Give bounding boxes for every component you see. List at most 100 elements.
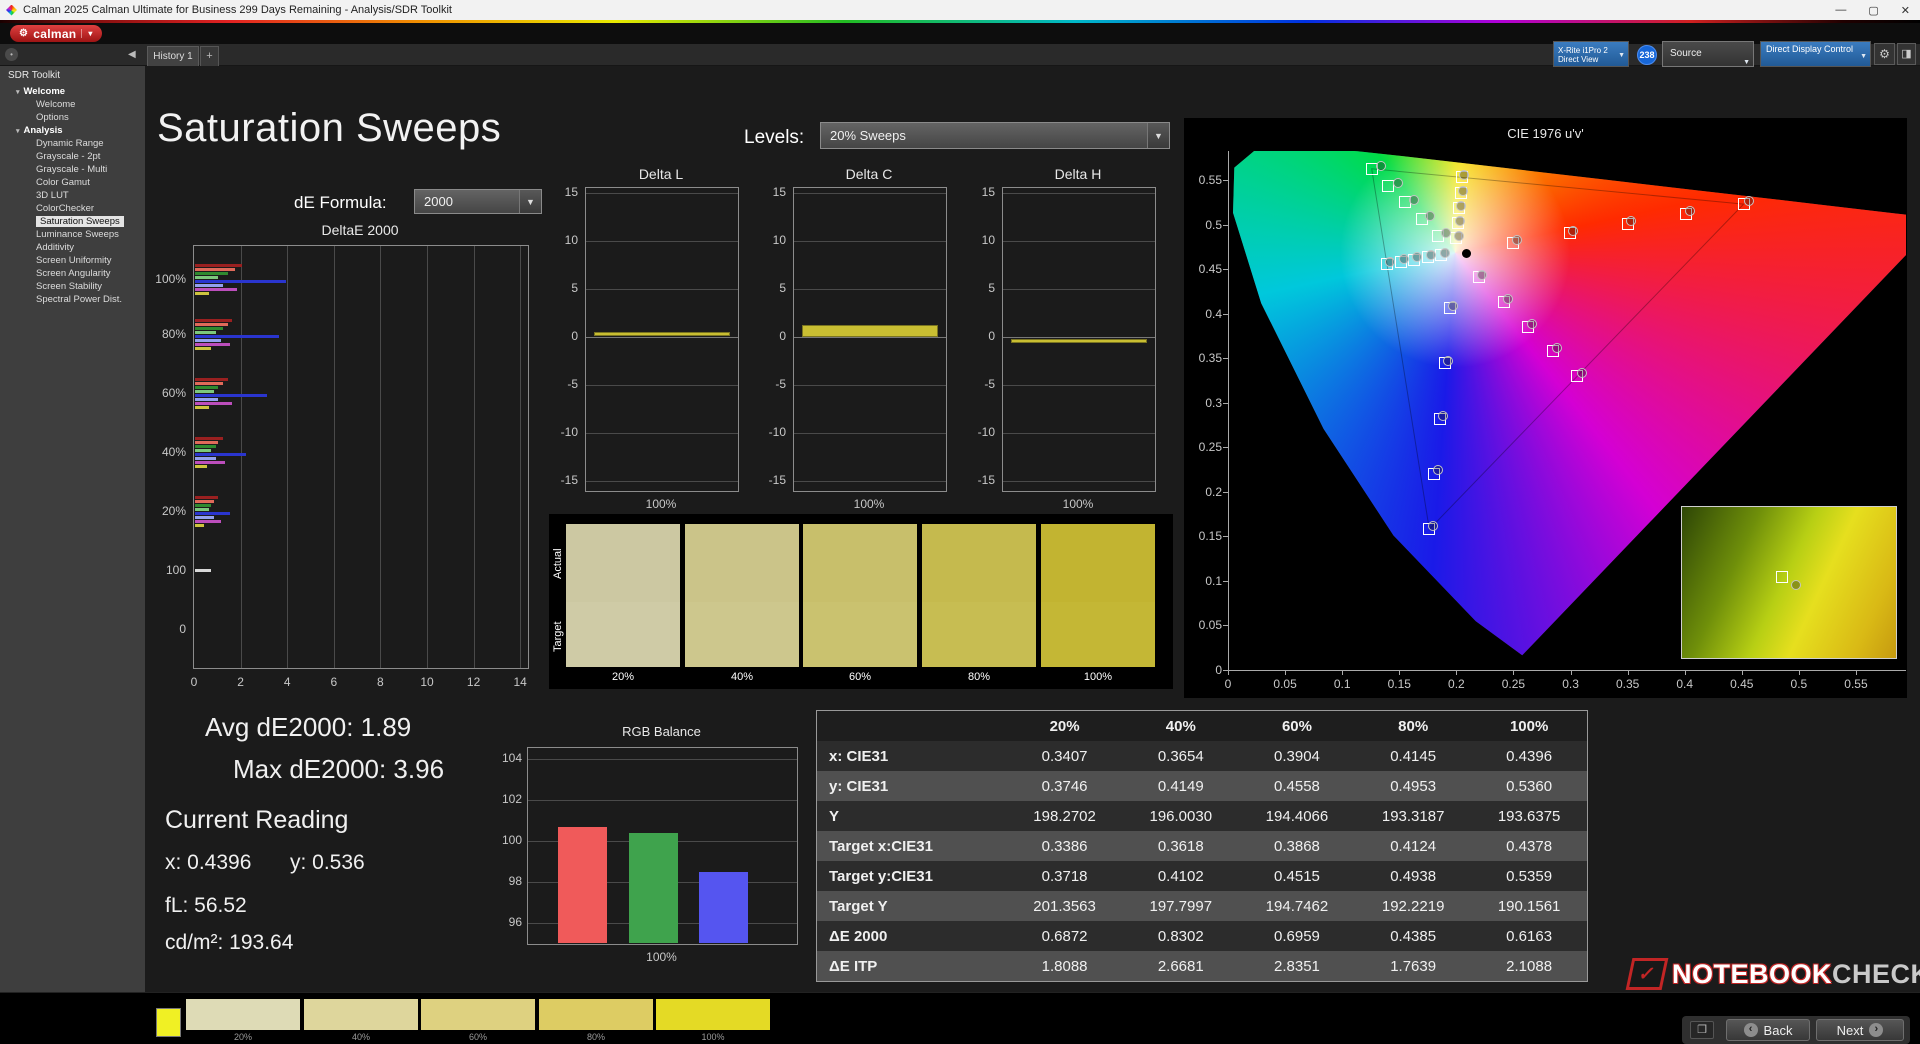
current-y: y: 0.536 xyxy=(290,851,365,874)
deltae-bar xyxy=(195,327,223,330)
chevron-down-icon[interactable]: ▼ xyxy=(519,190,541,213)
x-tick-label: 0.1 xyxy=(1333,677,1351,691)
close-button[interactable]: ✕ xyxy=(1901,4,1910,17)
sidebar-item-analysis[interactable]: ▾ Analysis xyxy=(0,124,145,137)
measured-point xyxy=(1454,215,1465,226)
next-button[interactable]: Next › xyxy=(1816,1019,1904,1041)
sidebar-item-3d-lut[interactable]: 3D LUT xyxy=(0,189,145,202)
sidebar-item-label: Options xyxy=(36,112,69,123)
meter-button[interactable]: X-Rite i1Pro 2 Direct View ▼ xyxy=(1553,41,1629,67)
x-tick-label: 0 xyxy=(190,675,198,689)
source-label: Source xyxy=(1670,48,1702,59)
minimize-button[interactable]: — xyxy=(1835,4,1846,16)
table-row-label: Target x:CIE31 xyxy=(829,837,933,855)
sidebar-item-label: Screen Stability xyxy=(36,281,103,292)
maximize-button[interactable]: ▢ xyxy=(1868,4,1878,17)
deltae-bar xyxy=(195,504,212,507)
bottom-patch-1[interactable] xyxy=(186,999,300,1030)
sidebar-item-screen-angularity[interactable]: Screen Angularity xyxy=(0,267,145,280)
table-cell: 0.3746 xyxy=(1041,777,1088,795)
add-tab-button[interactable]: + xyxy=(200,46,219,66)
target-row-label: Target xyxy=(552,621,564,653)
gridline xyxy=(427,246,428,668)
deltae-bar xyxy=(195,441,219,444)
measured-point xyxy=(1567,225,1578,236)
back-button[interactable]: ‹ Back xyxy=(1726,1019,1810,1041)
sidebar-item-screen-stability[interactable]: Screen Stability xyxy=(0,280,145,293)
bottom-patch-2[interactable] xyxy=(304,999,418,1030)
chevron-down-icon[interactable]: ▼ xyxy=(1147,123,1169,148)
tab-history-1[interactable]: History 1 xyxy=(147,46,199,66)
y-tick-label: -10 xyxy=(977,425,995,439)
table-cell: 0.4102 xyxy=(1157,867,1204,885)
sidebar-item-color-gamut[interactable]: Color Gamut xyxy=(0,176,145,189)
deltae-bar xyxy=(195,339,221,342)
meter-count-badge: 238 xyxy=(1637,45,1657,65)
gridline xyxy=(520,246,522,668)
measured-point xyxy=(1426,249,1437,260)
sidebar-item-luminance-sweeps[interactable]: Luminance Sweeps xyxy=(0,228,145,241)
y-tick-label: 0.55 xyxy=(1198,172,1222,187)
y-tick-label: 0.2 xyxy=(1205,484,1222,499)
sidebar-item-colorchecker[interactable]: ColorChecker xyxy=(0,202,145,215)
sidebar-item-dynamic-range[interactable]: Dynamic Range xyxy=(0,137,145,150)
rgb-bar-green xyxy=(629,833,678,943)
table-row: Target x:CIE31 0.3386 0.3618 0.3868 0.4124 0.… xyxy=(816,831,1588,861)
delta-value-bar xyxy=(594,332,730,337)
bottom-patch-3[interactable] xyxy=(421,999,535,1030)
bottom-patch-4[interactable] xyxy=(539,999,653,1030)
bottom-patch-label: 60% xyxy=(468,1032,487,1042)
sidebar-item-grayscale-2pt[interactable]: Grayscale - 2pt xyxy=(0,150,145,163)
inset-target-point xyxy=(1776,571,1788,583)
table-row-label: Y xyxy=(829,807,840,825)
de-formula-dropdown[interactable]: 2000 ▼ xyxy=(414,189,542,214)
panel-toggle-button[interactable]: ◨ xyxy=(1897,43,1916,65)
table-cell: 0.4396 xyxy=(1506,747,1553,765)
source-button[interactable]: Source ▼ xyxy=(1662,41,1754,67)
gridline xyxy=(586,337,738,338)
x-tick-label: 0.2 xyxy=(1448,677,1465,691)
table-cell: 0.4124 xyxy=(1390,837,1437,855)
y-tick-label: 80% xyxy=(161,327,186,341)
levels-dropdown[interactable]: 20% Sweeps ▼ xyxy=(820,122,1170,149)
window-layout-button[interactable]: ❐ xyxy=(1690,1021,1714,1039)
deltae-bar xyxy=(195,465,207,468)
display-control-button[interactable]: Direct Display Control ▼ xyxy=(1760,41,1871,67)
sidebar-collapse-icon[interactable]: ◀ xyxy=(128,48,136,62)
sidebar-item-screen-uniformity[interactable]: Screen Uniformity xyxy=(0,254,145,267)
y-tick-label: 104 xyxy=(501,751,522,766)
y-tick-label: 40% xyxy=(161,445,186,459)
x-tick-label: 0.45 xyxy=(1730,677,1754,691)
next-label: Next xyxy=(1836,1022,1864,1038)
table-cell: 0.4385 xyxy=(1390,927,1437,945)
next-arrow-icon: › xyxy=(1869,1023,1884,1037)
y-tick-label: 100 xyxy=(165,563,186,577)
sidebar-item-welcome[interactable]: Welcome xyxy=(0,98,145,111)
calman-menu-button[interactable]: ⚙ calman ▾ xyxy=(10,25,102,42)
y-tick-label: 15 xyxy=(981,185,995,199)
calman-window: Calman 2025 Calman Ultimate for Business… xyxy=(0,0,1920,1044)
sidebar-item-grayscale-multi[interactable]: Grayscale - Multi xyxy=(0,163,145,176)
bottom-patch-5[interactable] xyxy=(656,999,770,1030)
measured-point xyxy=(1502,294,1513,305)
table-row-label: ΔE 2000 xyxy=(829,927,888,945)
y-tick-label: -15 xyxy=(977,473,995,487)
gridline xyxy=(586,289,738,290)
table-row-label: Target Y xyxy=(829,897,888,915)
table-col-header: 40% xyxy=(1122,710,1239,741)
table-cell: 198.2702 xyxy=(1033,807,1096,825)
swatch-level-label: 100% xyxy=(1083,671,1113,683)
sidebar-pin-icon[interactable]: • xyxy=(5,48,18,61)
sidebar-item-options[interactable]: Options xyxy=(0,111,145,124)
sidebar-item-label: Screen Angularity xyxy=(36,268,111,279)
sidebar-item-saturation-sweeps[interactable]: Saturation Sweeps xyxy=(0,215,145,228)
deltae-bar xyxy=(195,445,216,448)
table-row: x: CIE31 0.3407 0.3654 0.3904 0.4145 0.4396 xyxy=(816,741,1588,771)
sidebar-item-additivity[interactable]: Additivity xyxy=(0,241,145,254)
sidebar-item-spectral-power-dist[interactable]: Spectral Power Dist. xyxy=(0,293,145,306)
settings-gear-button[interactable]: ⚙ xyxy=(1874,43,1895,65)
sidebar-item-welcome[interactable]: ▾ Welcome xyxy=(0,85,145,98)
delta-h-chart: 15 10 5 0 -5 -10 -15 xyxy=(978,185,1156,492)
measured-point xyxy=(1447,300,1458,311)
table-cell: 1.7639 xyxy=(1390,957,1437,975)
